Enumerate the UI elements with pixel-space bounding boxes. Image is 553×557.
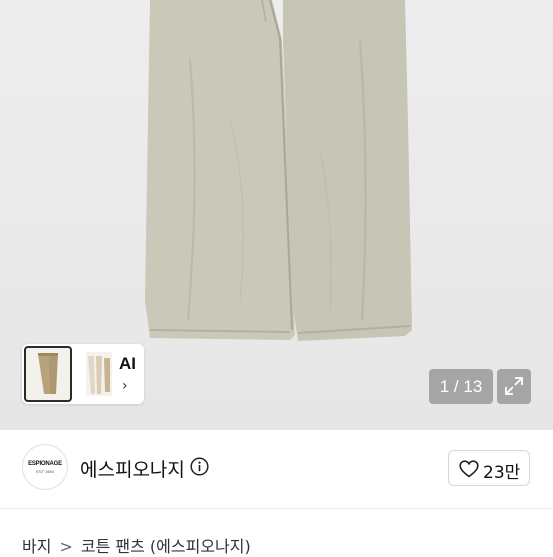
product-image-gallery[interactable]: AI › 1 / 13 — [0, 0, 553, 430]
chevron-right-icon: › — [122, 378, 128, 394]
seller-name[interactable]: 에스피오나지 — [80, 455, 185, 482]
heart-icon — [459, 460, 479, 478]
seller-row: ESPIONAGE EST 1984 에스피오나지 23만 — [0, 430, 553, 509]
breadcrumb-item-category[interactable]: 바지 — [22, 537, 51, 556]
ai-thumbnail-selected[interactable] — [24, 346, 72, 402]
expand-image-button[interactable] — [497, 369, 531, 404]
seller-logo-subtext: EST 1984 — [36, 469, 54, 474]
info-icon[interactable] — [190, 457, 209, 476]
image-counter-separator: / — [449, 377, 464, 396]
khaki-pants-thumbnail — [38, 353, 58, 394]
breadcrumb-item-subcategory[interactable]: 코튼 팬츠 (에스피오나지) — [81, 537, 251, 556]
expand-icon — [505, 377, 523, 395]
like-button[interactable]: 23만 — [448, 450, 530, 486]
seller-logo[interactable]: ESPIONAGE EST 1984 — [22, 444, 68, 490]
ai-label: AI — [119, 354, 136, 373]
seller-logo-text: ESPIONAGE — [28, 461, 62, 467]
image-counter-total: 13 — [463, 377, 483, 396]
ai-similar-products-card[interactable]: AI › — [22, 344, 144, 404]
breadcrumb: 바지 > 코튼 팬츠 (에스피오나지) — [22, 533, 251, 557]
like-count: 23만 — [483, 463, 521, 483]
image-counter: 1 / 13 — [429, 369, 493, 404]
breadcrumb-separator: > — [59, 537, 73, 556]
image-counter-current: 1 — [439, 377, 450, 396]
